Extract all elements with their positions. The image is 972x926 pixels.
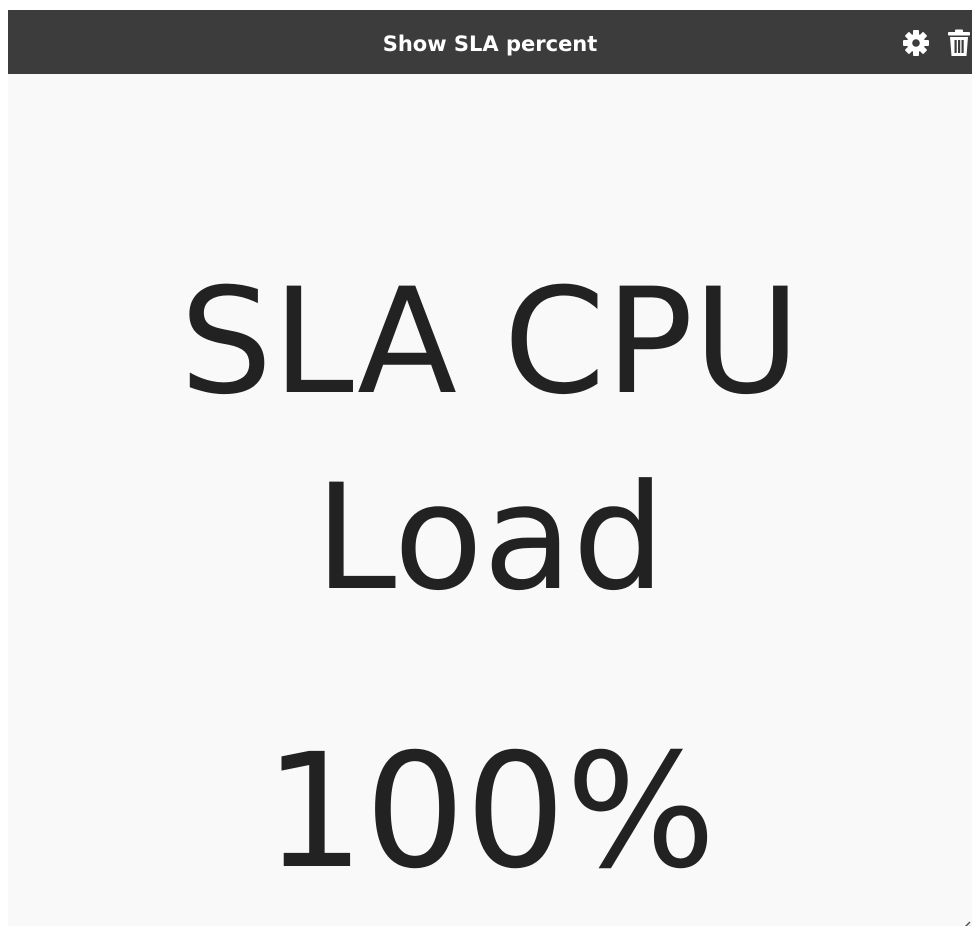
sla-widget: Show SLA percent SLA CPU Load 100% <box>8 10 972 926</box>
widget-header[interactable]: Show SLA percent <box>8 10 972 74</box>
widget-body: SLA CPU Load 100% <box>8 74 972 926</box>
sla-metric-label: SLA CPU Load <box>179 257 801 623</box>
trash-icon[interactable] <box>944 28 972 58</box>
widget-title: Show SLA percent <box>382 32 598 56</box>
resize-handle-icon[interactable] <box>961 915 971 926</box>
gear-icon[interactable] <box>901 28 931 58</box>
sla-percent-value: 100% <box>264 720 716 904</box>
